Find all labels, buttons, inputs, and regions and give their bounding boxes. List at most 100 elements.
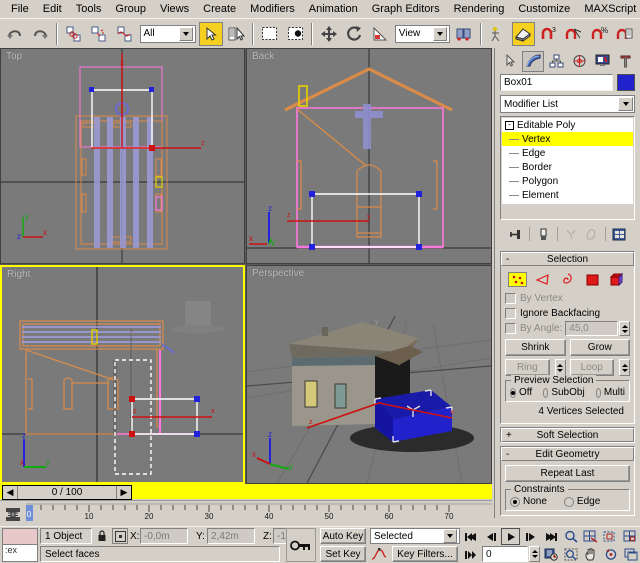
command-tab-hierarchy[interactable] — [545, 51, 567, 72]
auto-key-button[interactable]: Auto Key — [320, 528, 366, 544]
reference-coordinate-combo[interactable]: View — [395, 25, 450, 43]
spinner-snap-toggle-icon[interactable] — [614, 22, 638, 46]
constraint-edge-radio[interactable] — [564, 497, 574, 507]
command-tab-motion[interactable] — [568, 51, 590, 72]
key-mode-toggle-icon[interactable] — [286, 528, 316, 562]
edge-icon[interactable] — [533, 272, 552, 287]
selection-lock-icon[interactable] — [94, 528, 110, 544]
pan-hand-icon[interactable] — [581, 546, 600, 563]
zoom-extents-all-icon[interactable] — [621, 528, 640, 545]
track-bar[interactable]: 0 102030 405060 70 — [0, 500, 492, 526]
by-angle-spinner[interactable] — [619, 321, 630, 336]
repeat-last-button[interactable]: Repeat Last — [505, 465, 630, 482]
stack-item-edge[interactable]: Edge — [502, 146, 633, 160]
select-and-uniform-scale-icon[interactable] — [368, 22, 392, 46]
rectangular-selection-region-icon[interactable] — [258, 22, 282, 46]
grow-button[interactable]: Grow — [570, 339, 631, 356]
make-unique-icon[interactable] — [562, 225, 581, 243]
stack-item-element[interactable]: Element — [502, 188, 633, 202]
zoom-extents-icon[interactable] — [601, 528, 620, 545]
viewport-back[interactable]: Back — [246, 48, 492, 264]
menu-item-file[interactable]: File — [4, 1, 36, 17]
menu-item-customize[interactable]: Customize — [511, 1, 577, 17]
viewport-top[interactable]: Top — [0, 48, 245, 264]
configure-modifier-sets-icon[interactable] — [610, 225, 629, 243]
chevron-down-icon[interactable] — [179, 27, 193, 41]
menu-item-modifiers[interactable]: Modifiers — [243, 1, 302, 17]
rollout-soft-selection-header[interactable]: + Soft Selection — [501, 428, 634, 442]
chevron-down-icon[interactable] — [433, 27, 447, 41]
play-animation-icon[interactable] — [501, 528, 520, 545]
menu-item-views[interactable]: Views — [153, 1, 196, 17]
command-tab-display[interactable] — [591, 51, 613, 72]
rollout-selection-header[interactable]: - Selection — [501, 252, 634, 266]
menu-item-animation[interactable]: Animation — [302, 1, 365, 17]
stack-item-polygon[interactable]: Polygon — [502, 174, 633, 188]
3d-snap-icon[interactable]: 3 — [537, 22, 561, 46]
ignore-backfacing-row[interactable]: Ignore Backfacing — [505, 306, 630, 321]
vertex-icon[interactable] — [508, 272, 527, 287]
set-key-curve-icon[interactable] — [369, 546, 389, 562]
stack-item-vertex[interactable]: Vertex — [502, 132, 633, 146]
snaps-toggle-icon[interactable] — [512, 22, 536, 46]
key-filters-button[interactable]: Key Filters... — [392, 546, 458, 562]
maximize-viewport-toggle-icon[interactable] — [621, 546, 640, 563]
viewport-right[interactable]: Right — [0, 265, 245, 484]
preview-off-radio[interactable] — [510, 388, 516, 398]
zoom-all-icon[interactable] — [581, 528, 600, 545]
select-and-rotate-icon[interactable] — [343, 22, 367, 46]
select-and-move-icon[interactable] — [317, 22, 341, 46]
track-bar-ruler[interactable]: 0 102030 405060 70 — [26, 503, 488, 525]
rollout-toggle-icon[interactable]: - — [506, 449, 509, 460]
menu-item-maxscript[interactable]: MAXScript — [577, 1, 640, 17]
show-end-result-icon[interactable] — [534, 225, 553, 243]
object-name-field[interactable]: Box01 — [500, 74, 613, 91]
shrink-button[interactable]: Shrink — [505, 339, 566, 356]
undo-icon[interactable] — [3, 22, 27, 46]
go-to-end-icon[interactable] — [542, 528, 561, 545]
modifier-list-combo[interactable]: Modifier List — [500, 95, 635, 113]
select-and-link-icon[interactable] — [62, 22, 86, 46]
x-coord-field[interactable]: -0,0m — [140, 528, 188, 544]
key-filter-combo[interactable]: Selected — [370, 528, 460, 544]
by-angle-field[interactable]: 45,0 — [565, 321, 618, 336]
loop-button[interactable]: Loop — [570, 359, 615, 376]
polygon-icon[interactable] — [583, 272, 602, 287]
by-angle-checkbox[interactable] — [505, 323, 516, 334]
by-vertex-checkbox[interactable] — [505, 293, 516, 304]
current-frame-field[interactable]: 0 — [482, 546, 528, 562]
preview-subobj-radio[interactable] — [543, 388, 548, 398]
use-pivot-point-center-icon[interactable] — [453, 22, 477, 46]
menu-item-create[interactable]: Create — [196, 1, 243, 17]
by-angle-row[interactable]: By Angle: 45,0 — [505, 321, 630, 336]
stack-item-editable-poly[interactable]: - Editable Poly — [502, 118, 633, 132]
time-slider-thumb[interactable]: ◀ 0 / 100 ▶ — [2, 485, 132, 500]
menu-item-graph-editors[interactable]: Graph Editors — [365, 1, 447, 17]
pin-stack-icon[interactable] — [506, 225, 525, 243]
constraint-none-radio[interactable] — [510, 497, 520, 507]
previous-frame-arrow[interactable]: ◀ — [3, 486, 18, 499]
rollout-toggle-icon[interactable]: - — [506, 254, 509, 265]
viewport-perspective[interactable]: Perspective — [246, 265, 492, 484]
stack-item-border[interactable]: Border — [502, 160, 633, 174]
set-key-button[interactable]: Set Key — [320, 546, 366, 562]
field-of-view-icon[interactable] — [561, 546, 580, 563]
preview-multi-radio[interactable] — [596, 388, 601, 398]
menu-item-edit[interactable]: Edit — [36, 1, 69, 17]
mini-curve-editor-icon[interactable] — [3, 504, 23, 524]
time-configuration-icon[interactable] — [541, 546, 560, 563]
unlink-selection-icon[interactable] — [88, 22, 112, 46]
ignore-backfacing-checkbox[interactable] — [505, 308, 516, 319]
select-object-icon[interactable] — [199, 22, 223, 46]
rollout-toggle-icon[interactable]: + — [506, 430, 512, 441]
ring-spinner[interactable] — [555, 359, 566, 376]
go-to-start-icon[interactable] — [461, 528, 480, 545]
absolute-relative-transform-icon[interactable] — [112, 528, 128, 544]
remove-modifier-icon[interactable] — [582, 225, 601, 243]
previous-frame-icon[interactable] — [481, 528, 500, 545]
maxscript-mini-listener[interactable]: :ex — [2, 528, 38, 562]
command-tab-modify[interactable] — [522, 51, 544, 72]
command-tab-utilities[interactable] — [614, 51, 636, 72]
expander-icon[interactable]: - — [505, 121, 514, 130]
border-icon[interactable] — [558, 272, 577, 287]
